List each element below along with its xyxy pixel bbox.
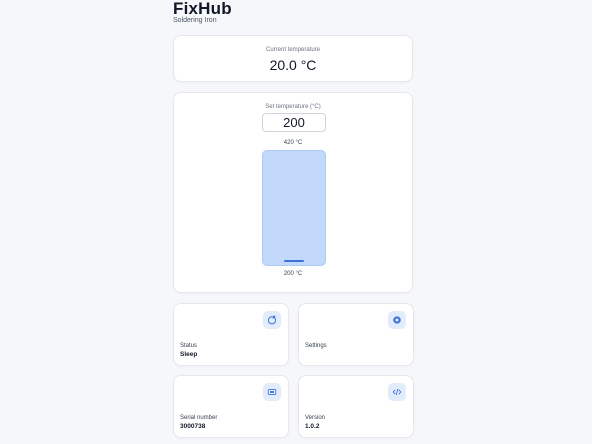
set-temperature-label: Set temperature (°C) (265, 104, 321, 110)
app-header: FixHub Soldering Iron (173, 0, 413, 24)
max-temperature-label: 420 °C (283, 140, 303, 146)
slider-handle[interactable] (284, 260, 304, 262)
code-icon (388, 383, 406, 401)
version-value: 1.0.2 (305, 423, 320, 430)
set-temperature-card: Set temperature (°C) 200 420 °C 200 °C (173, 92, 413, 293)
version-tile: Version 1.0.2 (298, 375, 414, 438)
app-title: FixHub (173, 0, 232, 18)
temperature-slider[interactable] (262, 150, 326, 266)
settings-label: Settings (305, 343, 327, 349)
current-temperature-card: Current temperature 20.0 °C (173, 35, 413, 82)
app-subtitle: Soldering Iron (173, 17, 217, 24)
current-temperature-label: Current temperature (265, 47, 321, 53)
status-value: Sleep (180, 351, 198, 358)
set-temperature-input[interactable]: 200 (262, 113, 326, 132)
status-tile: Status Sleep (173, 303, 289, 366)
min-temperature-label: 200 °C (283, 271, 303, 277)
gear-icon (388, 311, 406, 329)
serial-number-label: Serial number (180, 415, 218, 421)
serial-number-tile: Serial number 3000738 (173, 375, 289, 438)
sleep-icon (263, 311, 281, 329)
version-label: Version (305, 415, 326, 421)
serial-number-value: 3000738 (180, 423, 206, 430)
settings-tile[interactable]: Settings (298, 303, 414, 366)
status-label: Status (180, 343, 198, 349)
chip-icon (263, 383, 281, 401)
current-temperature-value: 20.0 °C (269, 57, 317, 73)
